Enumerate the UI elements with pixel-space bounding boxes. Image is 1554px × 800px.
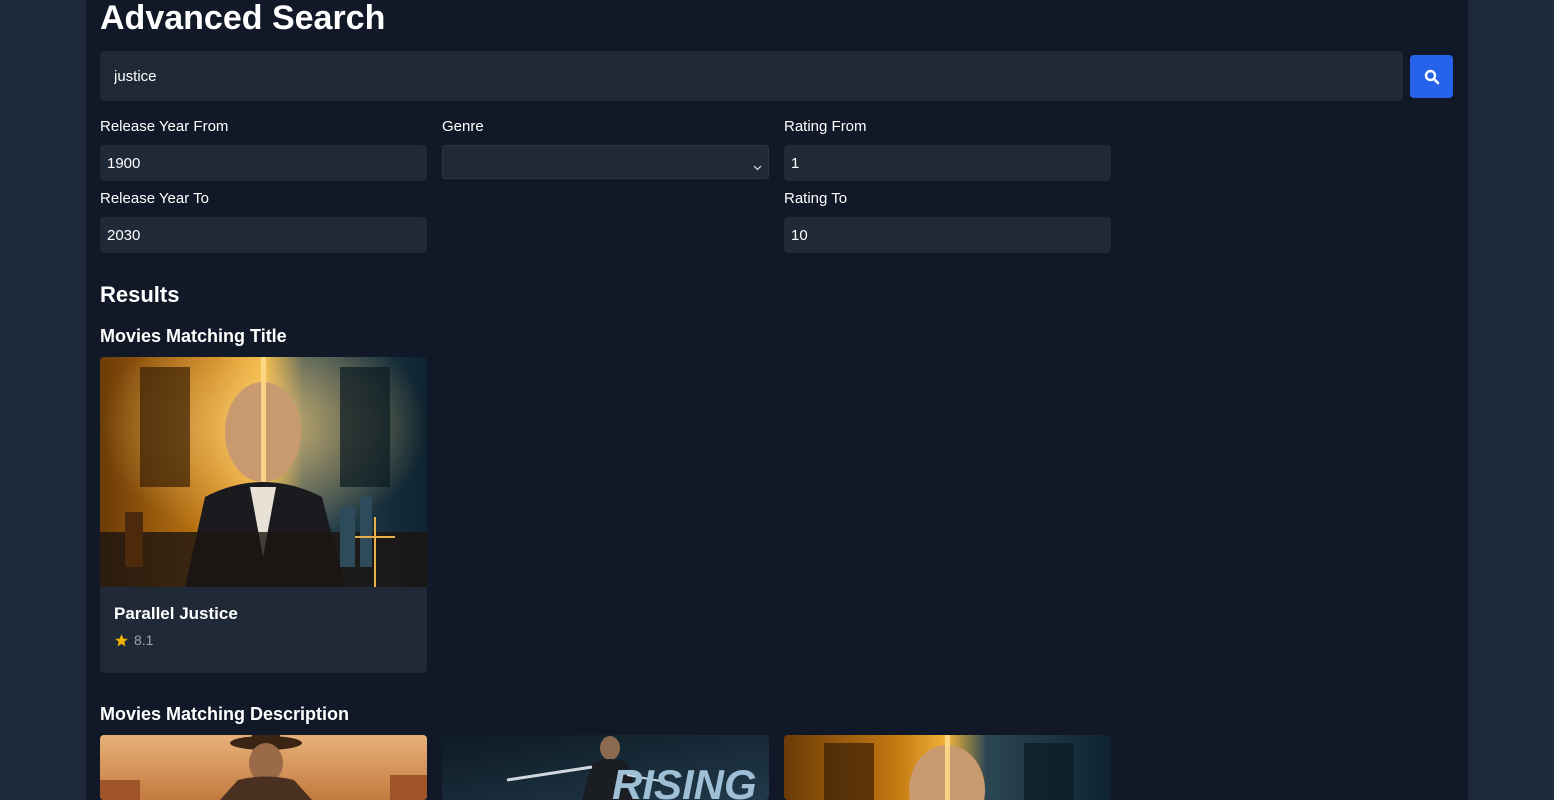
page-title: Advanced Search <box>100 0 386 37</box>
title-matches-heading: Movies Matching Title <box>100 326 287 346</box>
rating-to-input[interactable] <box>784 217 1111 253</box>
movie-card[interactable]: RISING <box>442 735 769 800</box>
year-from-input[interactable] <box>100 145 427 181</box>
main-container: Advanced Search Release Year From Releas… <box>86 0 1468 800</box>
description-matches-heading: Movies Matching Description <box>100 704 350 724</box>
movie-card[interactable]: Parallel Justice 8.1 <box>100 357 427 673</box>
rating-from-label: Rating From <box>784 118 867 135</box>
rating-to-label: Rating To <box>784 190 848 207</box>
movie-rating: 8.1 <box>114 632 153 648</box>
year-to-input[interactable] <box>100 217 427 253</box>
search-button[interactable] <box>1410 55 1453 98</box>
poster-text: RISING <box>612 761 757 800</box>
movie-title[interactable]: Parallel Justice <box>114 604 238 624</box>
results-heading: Results <box>100 282 180 307</box>
rating-from-input[interactable] <box>784 145 1111 181</box>
chevron-down-icon <box>753 158 762 176</box>
star-icon <box>114 633 129 648</box>
year-from-label: Release Year From <box>100 118 229 135</box>
movie-poster <box>100 357 427 587</box>
movie-card[interactable] <box>100 735 427 800</box>
movie-poster <box>100 735 427 800</box>
genre-label: Genre <box>442 118 484 135</box>
movie-poster <box>784 735 1111 800</box>
movie-card[interactable] <box>784 735 1111 800</box>
movie-poster: RISING <box>442 735 769 800</box>
search-icon <box>1424 69 1440 85</box>
year-to-label: Release Year To <box>100 190 209 207</box>
rating-value: 8.1 <box>134 632 154 648</box>
search-input[interactable] <box>100 51 1403 101</box>
genre-select[interactable] <box>442 145 769 179</box>
